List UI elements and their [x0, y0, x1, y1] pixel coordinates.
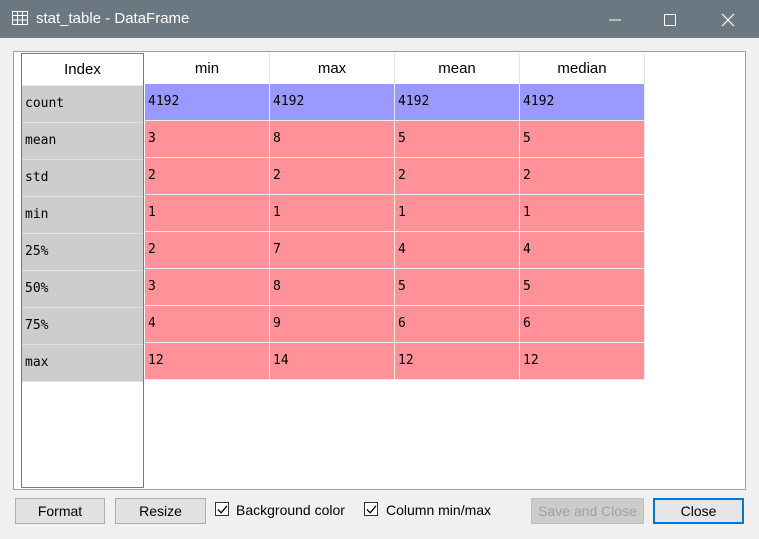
minimize-button[interactable]	[590, 0, 640, 38]
title-bar: stat_table - DataFrame	[0, 0, 759, 38]
column-minmax-checkbox[interactable]	[364, 502, 378, 516]
dataframe-view: Index count mean std min 25% 50% 75% max min max…	[13, 51, 746, 490]
table-cell[interactable]: 2	[270, 158, 395, 195]
index-cell[interactable]: min	[22, 197, 143, 234]
table-cell[interactable]: 3	[145, 269, 270, 306]
index-header[interactable]: Index	[22, 54, 143, 86]
table-cell[interactable]: 12	[145, 343, 270, 380]
column-headers: min max mean median	[145, 53, 645, 84]
table-cell[interactable]: 5	[395, 121, 520, 158]
format-button[interactable]: Format	[15, 498, 105, 524]
table-cell[interactable]: 8	[270, 269, 395, 306]
table-row: 2222	[145, 158, 645, 195]
index-cell[interactable]: 75%	[22, 308, 143, 345]
table-cell[interactable]: 6	[395, 306, 520, 343]
window-title: stat_table - DataFrame	[36, 10, 190, 27]
close-window-button[interactable]	[703, 0, 753, 38]
column-header[interactable]: max	[270, 53, 395, 84]
data-rows: 4192 4192 4192 4192 3 8 5 5 2 2 2 2 1 1 1 1 2 7 4 4 3 8 5 5 4 9 6 6…	[145, 84, 645, 380]
button-bar: Format Resize Background color Column mi…	[0, 498, 759, 528]
background-color-label[interactable]: Background color	[236, 502, 345, 518]
index-cell[interactable]: max	[22, 345, 143, 382]
checkmark-icon	[366, 505, 377, 514]
column-header[interactable]: mean	[395, 53, 520, 84]
table-cell[interactable]: 6	[520, 306, 645, 343]
table-icon	[12, 11, 28, 25]
table-row: 4966	[145, 306, 645, 343]
index-cell[interactable]: 25%	[22, 234, 143, 271]
table-cell[interactable]: 4	[520, 232, 645, 269]
close-button[interactable]: Close	[653, 498, 744, 524]
table-cell[interactable]: 4	[145, 306, 270, 343]
table-cell[interactable]: 8	[270, 121, 395, 158]
table-cell[interactable]: 14	[270, 343, 395, 380]
table-cell[interactable]: 1	[270, 195, 395, 232]
table-cell[interactable]: 12	[395, 343, 520, 380]
table-cell[interactable]: 4192	[270, 84, 395, 121]
table-cell[interactable]: 3	[145, 121, 270, 158]
table-cell[interactable]: 2	[520, 158, 645, 195]
table-row: 4192 4192 4192 4192	[145, 84, 645, 121]
index-cell[interactable]: 50%	[22, 271, 143, 308]
index-cell[interactable]: std	[22, 160, 143, 197]
maximize-button[interactable]	[645, 0, 695, 38]
table-cell[interactable]: 4	[395, 232, 520, 269]
table-row: 1111	[145, 195, 645, 232]
table-cell[interactable]: 2	[145, 158, 270, 195]
table-cell[interactable]: 9	[270, 306, 395, 343]
checkmark-icon	[217, 505, 228, 514]
table-cell[interactable]: 1	[145, 195, 270, 232]
column-minmax-label[interactable]: Column min/max	[386, 502, 491, 518]
table-cell[interactable]: 2	[145, 232, 270, 269]
background-color-checkbox[interactable]	[215, 502, 229, 516]
table-cell[interactable]: 1	[395, 195, 520, 232]
save-and-close-button[interactable]: Save and Close	[531, 498, 644, 524]
table-cell[interactable]: 5	[520, 121, 645, 158]
table-row: 3855	[145, 121, 645, 158]
table-cell[interactable]: 7	[270, 232, 395, 269]
table-cell[interactable]: 5	[520, 269, 645, 306]
index-cell[interactable]: count	[22, 86, 143, 123]
column-header[interactable]: min	[145, 53, 270, 84]
table-cell[interactable]: 12	[520, 343, 645, 380]
table-cell[interactable]: 2	[395, 158, 520, 195]
resize-button[interactable]: Resize	[115, 498, 206, 524]
index-cell[interactable]: mean	[22, 123, 143, 160]
table-cell[interactable]: 5	[395, 269, 520, 306]
table-row: 12 14 12 12	[145, 343, 645, 380]
table-cell[interactable]: 4192	[145, 84, 270, 121]
maximize-icon	[664, 14, 676, 26]
close-icon	[721, 13, 735, 27]
table-cell[interactable]: 1	[520, 195, 645, 232]
table-row: 3855	[145, 269, 645, 306]
table-cell[interactable]: 4192	[520, 84, 645, 121]
index-column: Index count mean std min 25% 50% 75% max	[21, 53, 144, 488]
column-header[interactable]: median	[520, 53, 645, 84]
table-cell[interactable]: 4192	[395, 84, 520, 121]
minimize-icon	[609, 19, 621, 21]
data-grid: min max mean median 4192 4192 4192 4192 3 8 5 5 2 2 2…	[145, 53, 645, 380]
index-cells: count mean std min 25% 50% 75% max	[22, 86, 143, 382]
table-row: 2744	[145, 232, 645, 269]
